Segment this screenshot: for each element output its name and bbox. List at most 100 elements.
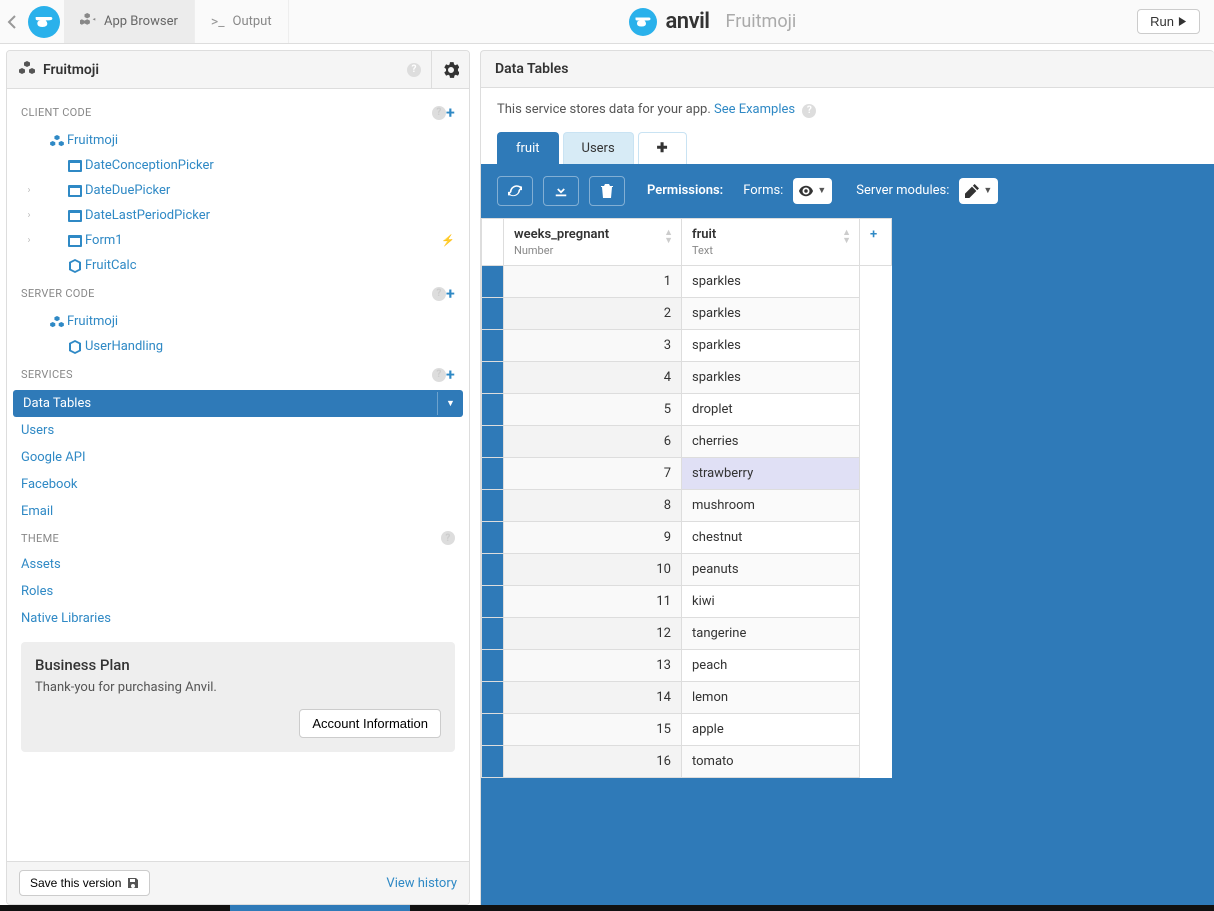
row-handle[interactable] xyxy=(482,745,504,777)
row-handle[interactable] xyxy=(482,617,504,649)
help-icon[interactable]: ? xyxy=(432,368,446,382)
service-item[interactable]: Facebook xyxy=(7,471,469,498)
add-table-tab[interactable]: ✚ xyxy=(638,132,687,164)
service-item[interactable]: Google API xyxy=(7,444,469,471)
tree-item[interactable]: FruitCalc xyxy=(7,253,469,278)
cell-fruit[interactable]: droplet xyxy=(682,393,860,425)
tree-item[interactable]: Fruitmoji xyxy=(7,309,469,334)
settings-button[interactable] xyxy=(431,51,469,89)
refresh-button[interactable] xyxy=(497,176,533,206)
tree-item[interactable]: › DateDuePicker xyxy=(7,178,469,203)
tree-item[interactable]: › DateLastPeriodPicker xyxy=(7,203,469,228)
cell-fruit[interactable]: strawberry xyxy=(682,457,860,489)
row-handle[interactable] xyxy=(482,457,504,489)
view-history-link[interactable]: View history xyxy=(386,876,457,891)
forms-permission-dropdown[interactable]: ▼ xyxy=(793,178,832,204)
server-permission-dropdown[interactable]: ▼ xyxy=(959,178,998,204)
cell-fruit[interactable]: apple xyxy=(682,713,860,745)
cell-weeks[interactable]: 12 xyxy=(504,617,682,649)
sort-icon[interactable]: ▲▼ xyxy=(842,229,851,245)
table-row[interactable]: 12 tangerine xyxy=(482,617,892,649)
cell-weeks[interactable]: 1 xyxy=(504,265,682,297)
cell-fruit[interactable]: sparkles xyxy=(682,329,860,361)
back-button[interactable] xyxy=(0,0,24,43)
service-item-active[interactable]: Data Tables ▼ xyxy=(13,390,463,417)
cell-fruit[interactable]: lemon xyxy=(682,681,860,713)
service-item[interactable]: Users xyxy=(7,417,469,444)
cell-fruit[interactable]: sparkles xyxy=(682,265,860,297)
cell-fruit[interactable]: chestnut xyxy=(682,521,860,553)
cell-fruit[interactable]: mushroom xyxy=(682,489,860,521)
row-handle[interactable] xyxy=(482,585,504,617)
row-handle[interactable] xyxy=(482,361,504,393)
row-handle[interactable] xyxy=(482,713,504,745)
cell-weeks[interactable]: 15 xyxy=(504,713,682,745)
row-handle[interactable] xyxy=(482,553,504,585)
table-row[interactable]: 16 tomato xyxy=(482,745,892,777)
table-row[interactable]: 8 mushroom xyxy=(482,489,892,521)
table-row[interactable]: 4 sparkles xyxy=(482,361,892,393)
cell-fruit[interactable]: kiwi xyxy=(682,585,860,617)
cell-weeks[interactable]: 5 xyxy=(504,393,682,425)
cell-weeks[interactable]: 3 xyxy=(504,329,682,361)
cell-fruit[interactable]: tomato xyxy=(682,745,860,777)
row-handle[interactable] xyxy=(482,297,504,329)
cell-weeks[interactable]: 16 xyxy=(504,745,682,777)
tree-item[interactable]: UserHandling xyxy=(7,334,469,359)
table-row[interactable]: 5 droplet xyxy=(482,393,892,425)
table-row[interactable]: 13 peach xyxy=(482,649,892,681)
theme-item[interactable]: Roles xyxy=(7,578,469,605)
cell-weeks[interactable]: 6 xyxy=(504,425,682,457)
tree-item[interactable]: DateConceptionPicker xyxy=(7,153,469,178)
table-row[interactable]: 9 chestnut xyxy=(482,521,892,553)
help-icon[interactable]: ? xyxy=(441,531,455,545)
service-dropdown[interactable]: ▼ xyxy=(437,392,463,415)
add-button[interactable]: + xyxy=(446,284,455,303)
theme-item[interactable]: Native Libraries xyxy=(7,605,469,632)
cell-fruit[interactable]: tangerine xyxy=(682,617,860,649)
row-handle[interactable] xyxy=(482,393,504,425)
cell-weeks[interactable]: 14 xyxy=(504,681,682,713)
cell-weeks[interactable]: 13 xyxy=(504,649,682,681)
account-info-button[interactable]: Account Information xyxy=(299,709,441,738)
column-header[interactable]: weeks_pregnantNumber ▲▼ xyxy=(504,218,682,265)
tab-output[interactable]: >_ Output xyxy=(195,0,289,43)
table-row[interactable]: 7 strawberry xyxy=(482,457,892,489)
see-examples-link[interactable]: See Examples xyxy=(714,102,795,117)
table-row[interactable]: 10 peanuts xyxy=(482,553,892,585)
table-row[interactable]: 15 apple xyxy=(482,713,892,745)
row-handle[interactable] xyxy=(482,329,504,361)
help-icon[interactable]: ? xyxy=(432,287,446,301)
sort-icon[interactable]: ▲▼ xyxy=(664,229,673,245)
tab-app-browser[interactable]: App Browser xyxy=(64,0,195,43)
help-icon[interactable]: ? xyxy=(432,106,446,120)
help-icon[interactable]: ? xyxy=(802,104,816,118)
help-button[interactable]: ? xyxy=(393,51,431,89)
row-handle[interactable] xyxy=(482,265,504,297)
run-button[interactable]: Run xyxy=(1137,9,1200,34)
table-row[interactable]: 2 sparkles xyxy=(482,297,892,329)
cell-fruit[interactable]: sparkles xyxy=(682,361,860,393)
cell-fruit[interactable]: peach xyxy=(682,649,860,681)
service-item[interactable]: Email xyxy=(7,498,469,525)
table-tab[interactable]: fruit xyxy=(497,132,559,164)
row-handle[interactable] xyxy=(482,489,504,521)
tree-item[interactable]: Fruitmoji xyxy=(7,128,469,153)
cell-fruit[interactable]: sparkles xyxy=(682,297,860,329)
cell-weeks[interactable]: 10 xyxy=(504,553,682,585)
theme-item[interactable]: Assets xyxy=(7,551,469,578)
download-button[interactable] xyxy=(543,176,579,206)
anvil-logo-icon[interactable] xyxy=(24,0,64,43)
tree-item[interactable]: › Form1 ⚡ xyxy=(7,228,469,253)
table-row[interactable]: 11 kiwi xyxy=(482,585,892,617)
cell-fruit[interactable]: peanuts xyxy=(682,553,860,585)
add-column-button[interactable]: + xyxy=(860,218,892,265)
table-row[interactable]: 14 lemon xyxy=(482,681,892,713)
cell-weeks[interactable]: 4 xyxy=(504,361,682,393)
table-row[interactable]: 3 sparkles xyxy=(482,329,892,361)
cell-weeks[interactable]: 11 xyxy=(504,585,682,617)
row-handle[interactable] xyxy=(482,681,504,713)
cell-weeks[interactable]: 9 xyxy=(504,521,682,553)
delete-button[interactable] xyxy=(589,176,625,206)
column-header[interactable]: fruitText ▲▼ xyxy=(682,218,860,265)
